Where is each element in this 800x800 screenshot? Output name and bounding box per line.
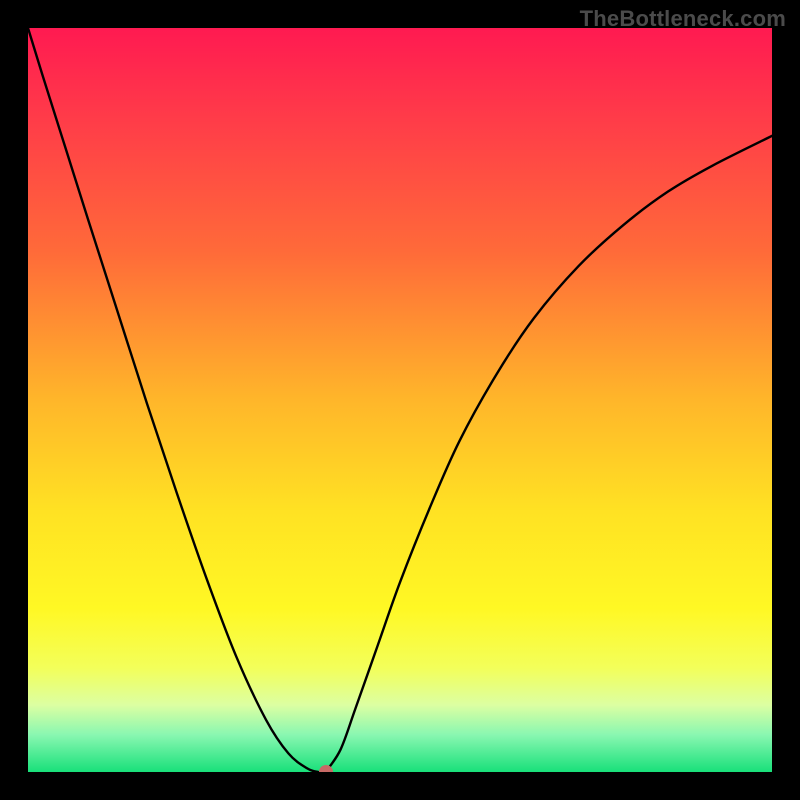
plot-area — [28, 28, 772, 772]
chart-frame: TheBottleneck.com — [0, 0, 800, 800]
watermark-text: TheBottleneck.com — [580, 6, 786, 32]
bottleneck-curve — [28, 28, 772, 772]
minimum-marker — [319, 765, 333, 772]
